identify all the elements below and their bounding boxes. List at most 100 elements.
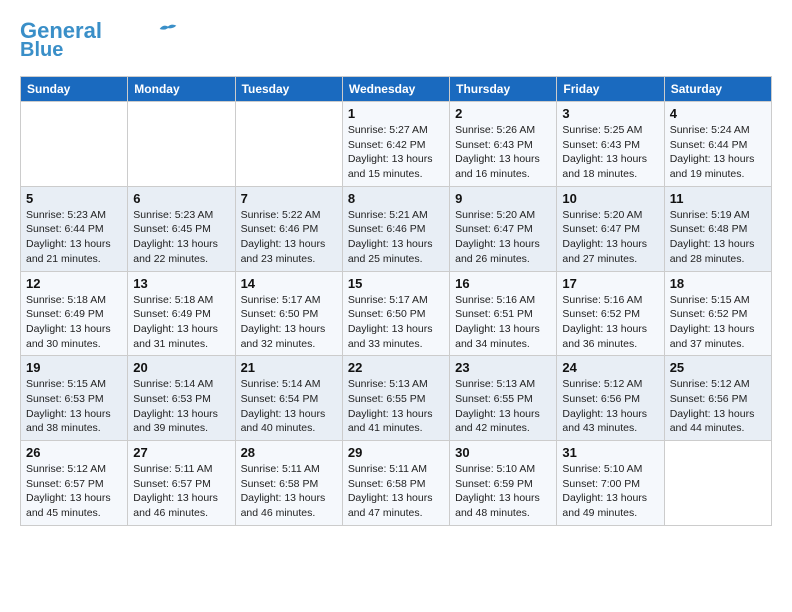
day-number: 15 (348, 276, 444, 291)
day-number: 1 (348, 106, 444, 121)
day-info: Sunrise: 5:13 AM Sunset: 6:55 PM Dayligh… (455, 377, 551, 436)
calendar-cell: 28 Sunrise: 5:11 AM Sunset: 6:58 PM Dayli… (235, 441, 342, 526)
weekday-header-monday: Monday (128, 77, 235, 102)
calendar-cell: 9 Sunrise: 5:20 AM Sunset: 6:47 PM Daylig… (450, 186, 557, 271)
day-number: 23 (455, 360, 551, 375)
day-number: 7 (241, 191, 337, 206)
calendar-cell: 17 Sunrise: 5:16 AM Sunset: 6:52 PM Dayli… (557, 271, 664, 356)
calendar-week-row: 19 Sunrise: 5:15 AM Sunset: 6:53 PM Dayli… (21, 356, 772, 441)
day-number: 10 (562, 191, 658, 206)
day-info: Sunrise: 5:24 AM Sunset: 6:44 PM Dayligh… (670, 123, 766, 182)
calendar-cell: 24 Sunrise: 5:12 AM Sunset: 6:56 PM Dayli… (557, 356, 664, 441)
day-number: 18 (670, 276, 766, 291)
day-info: Sunrise: 5:20 AM Sunset: 6:47 PM Dayligh… (562, 208, 658, 267)
calendar-cell: 23 Sunrise: 5:13 AM Sunset: 6:55 PM Dayli… (450, 356, 557, 441)
day-number: 14 (241, 276, 337, 291)
calendar-cell: 19 Sunrise: 5:15 AM Sunset: 6:53 PM Dayli… (21, 356, 128, 441)
weekday-header-row: SundayMondayTuesdayWednesdayThursdayFrid… (21, 77, 772, 102)
weekday-header-tuesday: Tuesday (235, 77, 342, 102)
day-info: Sunrise: 5:12 AM Sunset: 6:56 PM Dayligh… (562, 377, 658, 436)
calendar-cell: 21 Sunrise: 5:14 AM Sunset: 6:54 PM Dayli… (235, 356, 342, 441)
day-info: Sunrise: 5:26 AM Sunset: 6:43 PM Dayligh… (455, 123, 551, 182)
day-number: 3 (562, 106, 658, 121)
weekday-header-thursday: Thursday (450, 77, 557, 102)
day-info: Sunrise: 5:11 AM Sunset: 6:58 PM Dayligh… (241, 462, 337, 521)
day-number: 26 (26, 445, 122, 460)
calendar-cell: 10 Sunrise: 5:20 AM Sunset: 6:47 PM Dayli… (557, 186, 664, 271)
day-number: 16 (455, 276, 551, 291)
calendar-cell: 4 Sunrise: 5:24 AM Sunset: 6:44 PM Daylig… (664, 102, 771, 187)
day-number: 17 (562, 276, 658, 291)
calendar-cell: 6 Sunrise: 5:23 AM Sunset: 6:45 PM Daylig… (128, 186, 235, 271)
day-info: Sunrise: 5:16 AM Sunset: 6:51 PM Dayligh… (455, 293, 551, 352)
day-number: 30 (455, 445, 551, 460)
calendar-cell: 12 Sunrise: 5:18 AM Sunset: 6:49 PM Dayli… (21, 271, 128, 356)
day-number: 25 (670, 360, 766, 375)
calendar-cell: 25Sunrise: 5:12 AM Sunset: 6:56 PM Dayli… (664, 356, 771, 441)
day-info: Sunrise: 5:23 AM Sunset: 6:45 PM Dayligh… (133, 208, 229, 267)
calendar-week-row: 26 Sunrise: 5:12 AM Sunset: 6:57 PM Dayli… (21, 441, 772, 526)
day-number: 28 (241, 445, 337, 460)
day-info: Sunrise: 5:21 AM Sunset: 6:46 PM Dayligh… (348, 208, 444, 267)
day-info: Sunrise: 5:15 AM Sunset: 6:53 PM Dayligh… (26, 377, 122, 436)
day-number: 11 (670, 191, 766, 206)
day-number: 21 (241, 360, 337, 375)
day-info: Sunrise: 5:13 AM Sunset: 6:55 PM Dayligh… (348, 377, 444, 436)
day-info: Sunrise: 5:18 AM Sunset: 6:49 PM Dayligh… (26, 293, 122, 352)
day-info: Sunrise: 5:15 AM Sunset: 6:52 PM Dayligh… (670, 293, 766, 352)
day-info: Sunrise: 5:19 AM Sunset: 6:48 PM Dayligh… (670, 208, 766, 267)
calendar-cell: 31Sunrise: 5:10 AM Sunset: 7:00 PM Dayli… (557, 441, 664, 526)
calendar-cell: 1Sunrise: 5:27 AM Sunset: 6:42 PM Daylig… (342, 102, 449, 187)
page-header: General Blue (20, 20, 772, 60)
calendar-week-row: 1Sunrise: 5:27 AM Sunset: 6:42 PM Daylig… (21, 102, 772, 187)
weekday-header-sunday: Sunday (21, 77, 128, 102)
day-info: Sunrise: 5:22 AM Sunset: 6:46 PM Dayligh… (241, 208, 337, 267)
day-number: 4 (670, 106, 766, 121)
day-info: Sunrise: 5:17 AM Sunset: 6:50 PM Dayligh… (241, 293, 337, 352)
calendar-cell (128, 102, 235, 187)
day-number: 20 (133, 360, 229, 375)
calendar-cell (664, 441, 771, 526)
logo-bird-icon (158, 22, 178, 36)
day-number: 31 (562, 445, 658, 460)
day-number: 8 (348, 191, 444, 206)
day-number: 29 (348, 445, 444, 460)
calendar-cell: 5Sunrise: 5:23 AM Sunset: 6:44 PM Daylig… (21, 186, 128, 271)
day-number: 9 (455, 191, 551, 206)
day-number: 22 (348, 360, 444, 375)
calendar-table: SundayMondayTuesdayWednesdayThursdayFrid… (20, 76, 772, 526)
day-number: 24 (562, 360, 658, 375)
day-info: Sunrise: 5:14 AM Sunset: 6:54 PM Dayligh… (241, 377, 337, 436)
weekday-header-saturday: Saturday (664, 77, 771, 102)
day-number: 27 (133, 445, 229, 460)
weekday-header-friday: Friday (557, 77, 664, 102)
day-info: Sunrise: 5:14 AM Sunset: 6:53 PM Dayligh… (133, 377, 229, 436)
weekday-header-wednesday: Wednesday (342, 77, 449, 102)
day-info: Sunrise: 5:23 AM Sunset: 6:44 PM Dayligh… (26, 208, 122, 267)
calendar-cell (21, 102, 128, 187)
calendar-cell: 15Sunrise: 5:17 AM Sunset: 6:50 PM Dayli… (342, 271, 449, 356)
day-info: Sunrise: 5:18 AM Sunset: 6:49 PM Dayligh… (133, 293, 229, 352)
day-info: Sunrise: 5:11 AM Sunset: 6:57 PM Dayligh… (133, 462, 229, 521)
day-info: Sunrise: 5:20 AM Sunset: 6:47 PM Dayligh… (455, 208, 551, 267)
day-info: Sunrise: 5:11 AM Sunset: 6:58 PM Dayligh… (348, 462, 444, 521)
day-number: 19 (26, 360, 122, 375)
logo-blue-text: Blue (20, 40, 63, 60)
calendar-cell: 14 Sunrise: 5:17 AM Sunset: 6:50 PM Dayli… (235, 271, 342, 356)
day-number: 6 (133, 191, 229, 206)
day-info: Sunrise: 5:12 AM Sunset: 6:57 PM Dayligh… (26, 462, 122, 521)
calendar-cell: 26 Sunrise: 5:12 AM Sunset: 6:57 PM Dayli… (21, 441, 128, 526)
day-info: Sunrise: 5:10 AM Sunset: 6:59 PM Dayligh… (455, 462, 551, 521)
day-number: 12 (26, 276, 122, 291)
calendar-week-row: 5Sunrise: 5:23 AM Sunset: 6:44 PM Daylig… (21, 186, 772, 271)
day-number: 13 (133, 276, 229, 291)
calendar-cell (235, 102, 342, 187)
calendar-cell: 8 Sunrise: 5:21 AM Sunset: 6:46 PM Daylig… (342, 186, 449, 271)
calendar-cell: 27 Sunrise: 5:11 AM Sunset: 6:57 PM Dayli… (128, 441, 235, 526)
day-info: Sunrise: 5:25 AM Sunset: 6:43 PM Dayligh… (562, 123, 658, 182)
calendar-cell: 20 Sunrise: 5:14 AM Sunset: 6:53 PM Dayli… (128, 356, 235, 441)
logo: General Blue (20, 20, 178, 60)
day-info: Sunrise: 5:16 AM Sunset: 6:52 PM Dayligh… (562, 293, 658, 352)
calendar-cell: 3 Sunrise: 5:25 AM Sunset: 6:43 PM Daylig… (557, 102, 664, 187)
calendar-cell: 13 Sunrise: 5:18 AM Sunset: 6:49 PM Dayli… (128, 271, 235, 356)
